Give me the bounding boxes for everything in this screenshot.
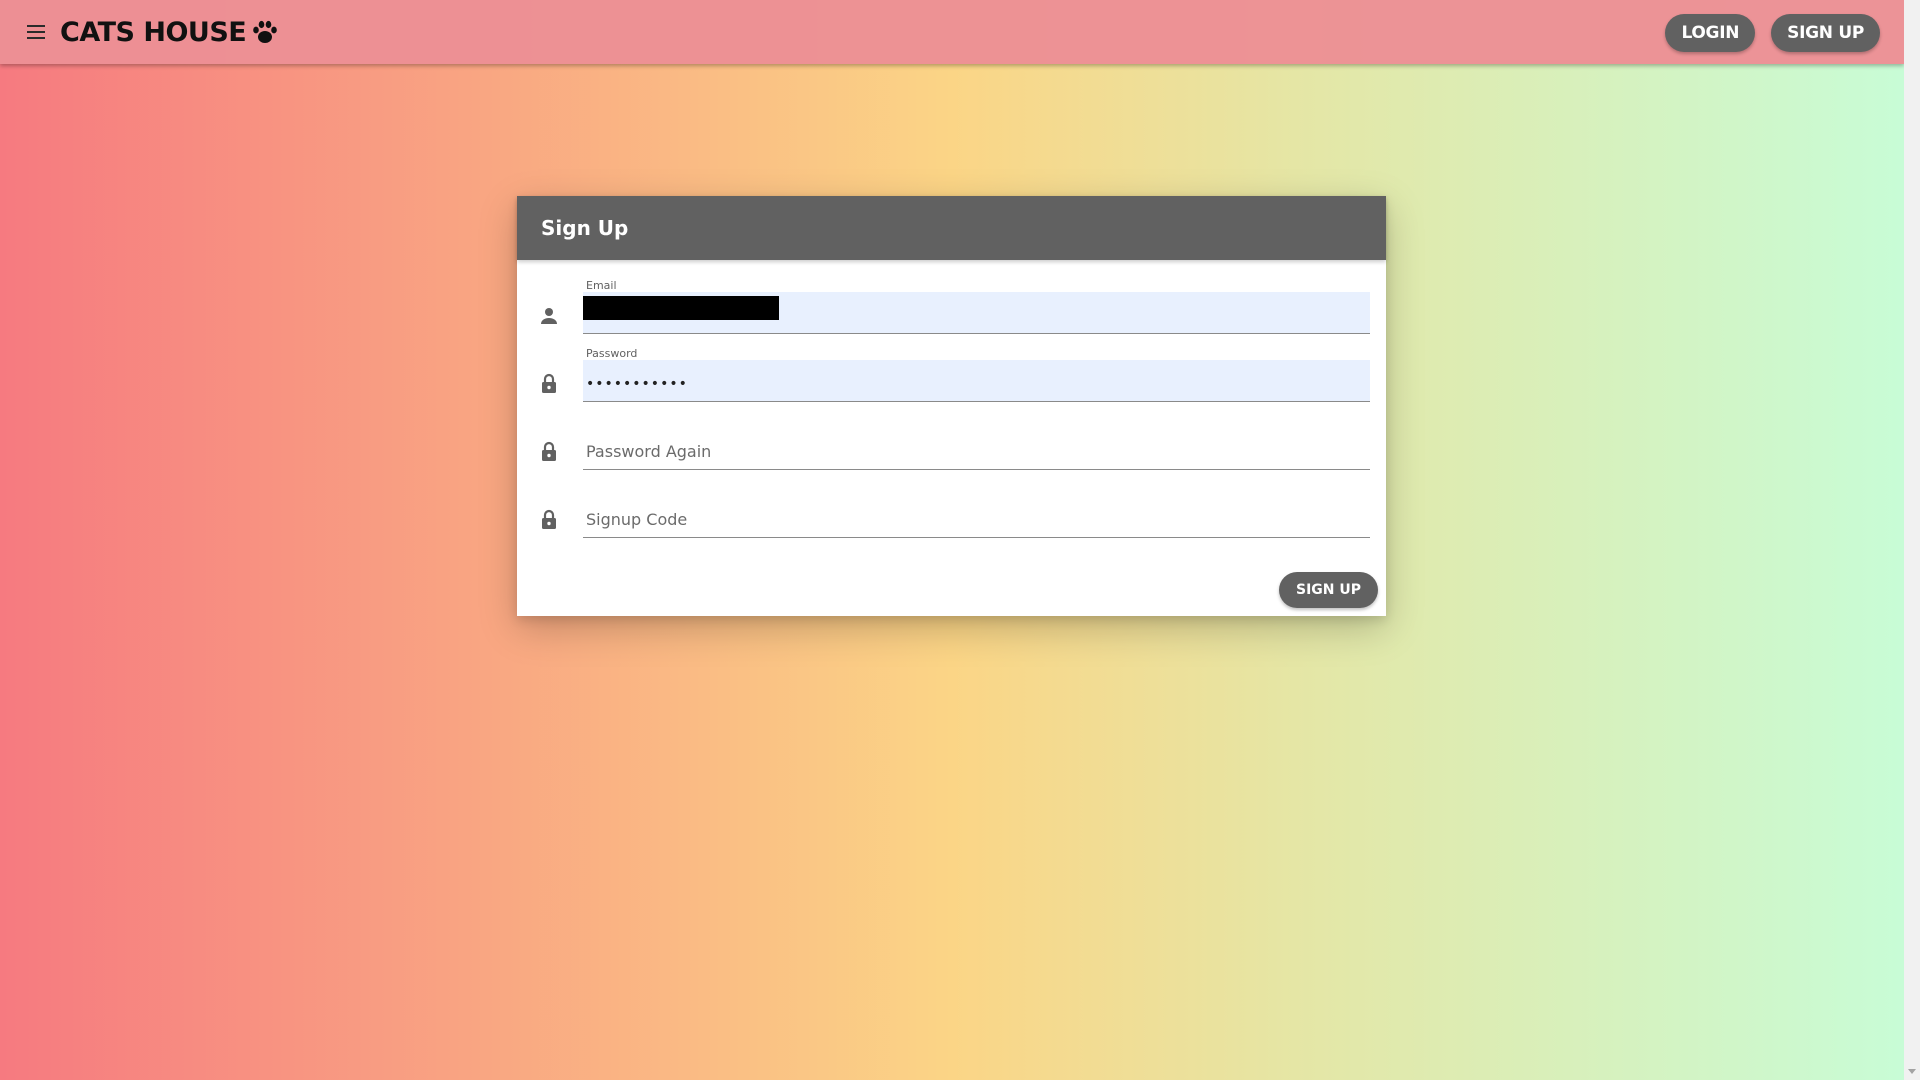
password-label: Password [586,347,638,360]
signup-submit-button[interactable]: SIGN UP [1278,572,1378,608]
email-row: Email [537,279,1370,334]
email-value-redacted [583,296,779,320]
email-label: Email [586,279,617,292]
brand-title: CATS HOUSE [60,16,247,48]
signup-nav-button[interactable]: SIGN UP [1771,14,1880,52]
password-row: Password ••••••••••• [537,347,1370,402]
login-button[interactable]: LOGIN [1665,14,1756,52]
signup-code-placeholder: Signup Code [586,510,688,529]
signup-code-row: Signup Code [537,496,1370,538]
lock-icon [542,441,556,461]
password-again-placeholder: Password Again [586,442,712,461]
password-value: ••••••••••• [586,376,688,392]
password-again-row: Password Again [537,428,1370,470]
signup-code-field[interactable]: Signup Code [583,496,1370,538]
person-icon [541,308,557,324]
brand[interactable]: CATS HOUSE [60,17,278,48]
vertical-scrollbar[interactable] [1904,0,1920,1080]
menu-icon[interactable] [24,20,48,44]
lock-icon [542,509,556,529]
nav-actions: LOGIN SIGN UP [1665,14,1880,52]
page: CATS HOUSE LOGIN SIGN UP Sign Up Email P… [0,0,1904,1080]
lock-icon [542,373,556,393]
card-header: Sign Up [517,196,1386,260]
scroll-down-icon[interactable] [1908,1069,1916,1074]
password-again-field[interactable]: Password Again [583,428,1370,470]
email-field[interactable]: Email [583,279,1370,334]
password-field[interactable]: Password ••••••••••• [583,347,1370,402]
signup-card: Sign Up Email Password ••••••••••• Passw… [517,196,1386,616]
app-bar: CATS HOUSE LOGIN SIGN UP [0,0,1904,64]
paw-icon [253,20,278,43]
card-title: Sign Up [541,216,629,240]
